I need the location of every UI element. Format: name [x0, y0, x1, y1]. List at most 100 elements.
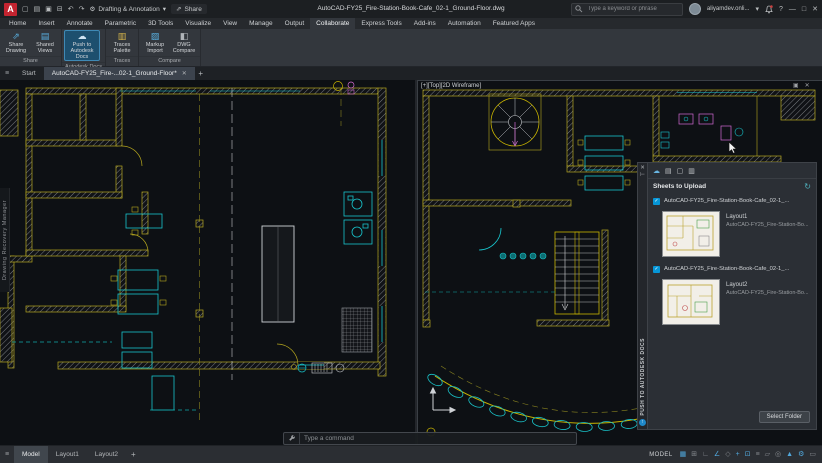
group-label-traces[interactable]: Traces: [106, 56, 138, 66]
tab-home[interactable]: Home: [3, 18, 32, 29]
model-tab[interactable]: Model: [14, 446, 48, 463]
tab-automation[interactable]: Automation: [442, 18, 487, 29]
command-input[interactable]: [300, 435, 576, 442]
counter-island-left: [262, 226, 294, 322]
active-doc-label: AutoCAD-FY25_Fire-...02-1_Ground-Floor*: [52, 70, 177, 77]
notifications-bell-icon[interactable]: [765, 5, 773, 14]
user-avatar[interactable]: [689, 3, 701, 15]
window-close-icon[interactable]: ✕: [805, 82, 810, 89]
tab-manage[interactable]: Manage: [243, 18, 279, 29]
group-label-share[interactable]: Share: [0, 56, 61, 66]
refresh-icon[interactable]: ↻: [804, 182, 811, 191]
redo-icon[interactable]: ↷: [79, 5, 85, 13]
layout2-tab[interactable]: Layout2: [87, 446, 126, 463]
select-folder-button[interactable]: Select Folder: [759, 411, 810, 423]
search-input[interactable]: [586, 5, 679, 13]
tab-annotate[interactable]: Annotate: [61, 18, 99, 29]
lineweight-display-icon[interactable]: ≡: [756, 446, 760, 463]
drawing-recovery-manager-palette[interactable]: Drawing Recovery Manager: [0, 188, 10, 292]
traces-palette-button[interactable]: ▥ Traces Palette: [108, 30, 136, 55]
sheet-icon[interactable]: ▢: [677, 167, 684, 175]
panel-title-strip[interactable]: ✕ ⊢ PUSH TO AUTODESK DOCS ↑: [637, 162, 647, 430]
snap-mode-icon[interactable]: ⊞: [691, 446, 697, 463]
push-to-autodesk-docs-button[interactable]: ☁ Push to Autodesk Docs: [64, 30, 100, 61]
tab-start[interactable]: Start: [14, 67, 44, 80]
sheet-item-row[interactable]: ✓ AutoCAD-FY25_Fire-Station-Book-Cafe_02…: [648, 195, 816, 207]
viewport-left-canvas[interactable]: [0, 80, 417, 445]
plot-icon[interactable]: ⊟: [57, 5, 63, 13]
layout1-thumbnail[interactable]: [662, 211, 720, 257]
panel-autohide-icon[interactable]: ⊢: [640, 172, 645, 179]
close-button[interactable]: ✕: [812, 5, 818, 13]
annotation-scale-icon[interactable]: ▲: [786, 446, 793, 463]
list-view-icon[interactable]: ▥: [688, 167, 695, 175]
dwg-compare-icon: ◧: [180, 31, 189, 42]
object-snap-icon[interactable]: ⊡: [745, 446, 751, 463]
help-icon[interactable]: ?: [779, 6, 783, 13]
search-box[interactable]: [571, 3, 683, 16]
checkbox-checked-icon[interactable]: ✓: [653, 198, 660, 205]
clean-screen-icon[interactable]: ▭: [809, 446, 816, 463]
workspace-label: Drafting & Annotation: [98, 6, 159, 13]
tab-view[interactable]: View: [217, 18, 243, 29]
tab-output[interactable]: Output: [279, 18, 311, 29]
selection-cycling-icon[interactable]: ◎: [775, 446, 781, 463]
sheet-item-row[interactable]: ✓ AutoCAD-FY25_Fire-Station-Book-Cafe_02…: [648, 263, 816, 275]
viewport-divider: [415, 80, 417, 445]
shared-views-icon: ▤: [41, 31, 50, 42]
user-name[interactable]: aliyamdev.onli...: [707, 6, 750, 12]
share-button[interactable]: ⇗ Share: [171, 4, 207, 14]
layout2-label: Layout2: [726, 282, 809, 288]
group-label-compare[interactable]: Compare: [139, 56, 200, 66]
shared-views-button[interactable]: ▤ Shared Views: [31, 30, 59, 55]
checkbox-checked-icon[interactable]: ✓: [653, 266, 660, 273]
grid-display-icon[interactable]: ▦: [680, 446, 687, 463]
file-tabs-menu-icon[interactable]: ≡: [0, 67, 14, 80]
user-menu-caret-icon[interactable]: ▾: [755, 5, 759, 13]
command-customize-wrench-icon[interactable]: [284, 433, 300, 444]
open-file-icon[interactable]: ▤: [34, 5, 41, 13]
tab-insert[interactable]: Insert: [32, 18, 60, 29]
autocad-logo-icon[interactable]: A: [4, 3, 17, 16]
maximize-button[interactable]: □: [802, 6, 806, 13]
undo-icon[interactable]: ↶: [68, 5, 74, 13]
transparency-icon[interactable]: ▱: [765, 446, 770, 463]
save-file-icon[interactable]: ▣: [45, 5, 52, 13]
upload-cloud-icon[interactable]: ☁: [653, 167, 660, 175]
ortho-mode-icon[interactable]: ∟: [702, 446, 709, 463]
mouse-cursor: [728, 141, 738, 155]
add-layout-button[interactable]: +: [126, 450, 141, 459]
command-line[interactable]: [283, 432, 577, 445]
panel-close-icon[interactable]: ✕: [640, 165, 645, 172]
layout2-thumbnail[interactable]: [662, 279, 720, 325]
tab-visualize[interactable]: Visualize: [179, 18, 217, 29]
viewport-controls-label[interactable]: [+][Top][2D Wireframe]: [421, 83, 481, 89]
tab-3d-tools[interactable]: 3D Tools: [142, 18, 179, 29]
isometric-drafting-icon[interactable]: ◇: [725, 446, 730, 463]
minimize-button[interactable]: —: [789, 6, 796, 13]
tab-active-document[interactable]: AutoCAD-FY25_Fire-...02-1_Ground-Floor* …: [44, 67, 195, 80]
tab-add-ins[interactable]: Add-ins: [408, 18, 442, 29]
new-drawing-tab-button[interactable]: +: [195, 67, 207, 80]
model-space-badge[interactable]: MODEL: [649, 452, 672, 458]
dwg-compare-button[interactable]: ◧ DWG Compare: [170, 30, 198, 55]
close-tab-icon[interactable]: ✕: [182, 70, 187, 77]
workspace-switcher[interactable]: ⚙ Drafting & Annotation ▾: [90, 5, 167, 13]
folder-icon[interactable]: ▤: [665, 167, 672, 175]
tab-featured-apps[interactable]: Featured Apps: [487, 18, 541, 29]
layout-tabs-menu-icon[interactable]: ≡: [0, 451, 14, 458]
markup-import-button[interactable]: ▨ Markup Import: [141, 30, 169, 55]
tab-collaborate[interactable]: Collaborate: [310, 18, 355, 29]
layout1-thumbnail-row[interactable]: Layout1 AutoCAD-FY25_Fire-Station-Bo...: [648, 209, 816, 257]
polar-tracking-icon[interactable]: ∠: [714, 446, 720, 463]
layout2-thumbnail-row[interactable]: Layout2 AutoCAD-FY25_Fire-Station-Bo...: [648, 277, 816, 325]
share-drawing-button[interactable]: ⇗ Share Drawing: [2, 30, 30, 55]
tab-parametric[interactable]: Parametric: [99, 18, 142, 29]
new-file-icon[interactable]: ▢: [22, 5, 29, 13]
object-snap-tracking-icon[interactable]: +: [736, 446, 740, 463]
chevron-down-icon: ▾: [163, 5, 166, 13]
window-restore-icon[interactable]: ▣: [793, 82, 799, 89]
tab-express-tools[interactable]: Express Tools: [355, 18, 407, 29]
workspace-switching-icon[interactable]: ⚙: [798, 446, 804, 463]
layout1-tab[interactable]: Layout1: [48, 446, 87, 463]
